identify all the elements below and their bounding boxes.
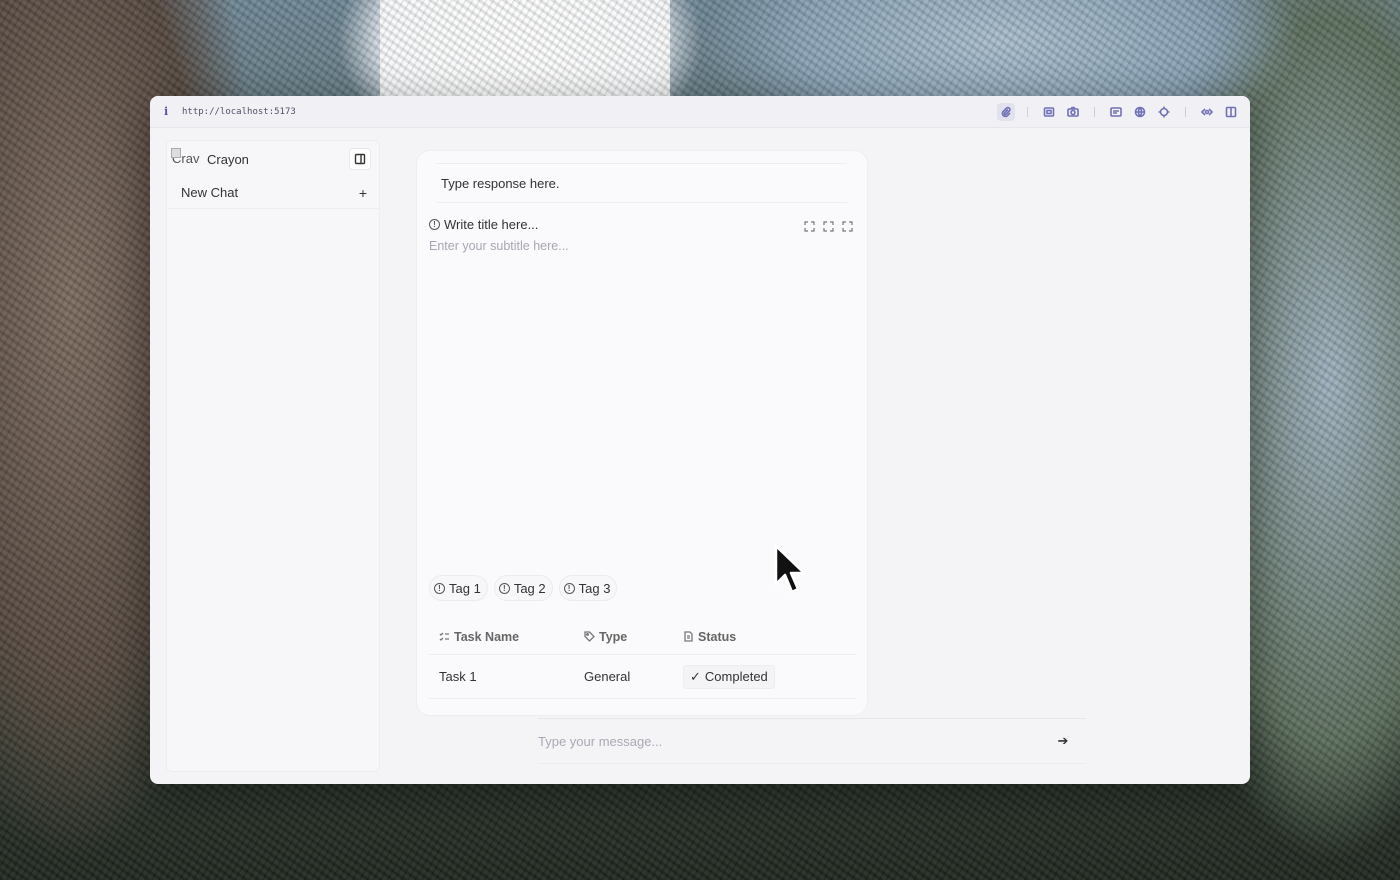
card-title[interactable]: Write title here...	[444, 217, 538, 232]
table-row[interactable]: Task 1 General ✓ Completed	[429, 655, 857, 699]
document-icon	[684, 631, 693, 642]
message-icon[interactable]	[1107, 103, 1125, 121]
camera-icon[interactable]	[1064, 103, 1082, 121]
expand-icon[interactable]	[842, 219, 853, 232]
toolbar-divider	[1185, 106, 1186, 117]
header-label: Type	[599, 629, 628, 644]
expand-icon[interactable]	[823, 219, 834, 232]
browser-window: i http://localhost:5173 Crav Crayon New …	[150, 96, 1250, 784]
column-header-status[interactable]: Status	[683, 630, 853, 644]
plus-icon: +	[358, 184, 367, 201]
arrow-right-icon[interactable]: ➔	[1054, 732, 1072, 750]
target-icon[interactable]	[1155, 103, 1173, 121]
card-actions	[804, 219, 853, 232]
code-icon[interactable]	[1198, 103, 1216, 121]
globe-icon[interactable]	[1131, 103, 1149, 121]
new-chat-button[interactable]: New Chat +	[167, 177, 379, 209]
status-badge: ✓ Completed	[683, 664, 775, 689]
sidebar-toggle-icon	[354, 153, 366, 165]
status-label: Completed	[704, 669, 768, 684]
tag-chip[interactable]: ! Tag 3	[558, 575, 618, 601]
task-table: Task Name Type Status Task 1 General ✓ C…	[429, 619, 857, 699]
header-label: Task Name	[454, 629, 520, 644]
tag-chip[interactable]: ! Tag 2	[493, 575, 553, 601]
column-header-type[interactable]: Type	[584, 630, 683, 644]
info-icon[interactable]: i	[164, 105, 172, 118]
check-icon: ✓	[690, 668, 701, 684]
table-header: Task Name Type Status	[429, 619, 857, 655]
toolbar-tools	[997, 102, 1240, 121]
task-name-cell: Task 1	[439, 669, 477, 684]
card-subtitle[interactable]: Enter your subtitle here...	[417, 233, 867, 259]
screenshot-icon[interactable]	[1040, 103, 1058, 121]
sidebar: Crav Crayon New Chat +	[166, 140, 380, 772]
list-check-icon	[439, 632, 449, 641]
new-chat-label: New Chat	[181, 185, 239, 200]
brand-logo-broken-image: Crav	[171, 148, 203, 166]
info-circle-icon: !	[498, 582, 510, 594]
response-text[interactable]: Type response here.	[437, 163, 847, 203]
response-card: Type response here. ! Write title here..…	[416, 150, 868, 716]
toolbar-divider	[1094, 106, 1095, 117]
url-text[interactable]: http://localhost:5173	[182, 107, 296, 117]
tag-list: ! Tag 1 ! Tag 2 ! Tag 3	[429, 575, 618, 601]
collapse-sidebar-button[interactable]	[349, 148, 371, 170]
info-circle-icon: !	[434, 582, 445, 594]
card-title-row: ! Write title here...	[417, 215, 867, 233]
tag-label: Tag 3	[578, 580, 611, 596]
message-composer: ➔	[538, 718, 1086, 764]
split-view-icon[interactable]	[1222, 103, 1240, 121]
paperclip-icon[interactable]	[997, 102, 1015, 121]
expand-icon[interactable]	[804, 219, 815, 232]
status-cell: ✓ Completed	[683, 664, 853, 689]
tag-chip[interactable]: ! Tag 1	[429, 575, 488, 601]
tag-icon	[584, 631, 595, 642]
column-header-task-name[interactable]: Task Name	[429, 630, 584, 644]
message-input[interactable]	[538, 733, 1054, 749]
info-circle-icon: !	[429, 218, 440, 230]
brand-row: Crav Crayon	[167, 141, 379, 177]
header-label: Status	[698, 629, 737, 644]
type-cell: General	[584, 669, 631, 684]
tag-label: Tag 1	[449, 580, 481, 596]
tag-label: Tag 2	[513, 580, 546, 596]
brand-alt-text: Crav	[172, 151, 200, 166]
mouse-cursor-icon	[774, 544, 806, 594]
browser-toolbar: i http://localhost:5173	[150, 96, 1250, 128]
info-circle-icon: !	[563, 582, 575, 594]
toolbar-divider	[1027, 106, 1028, 117]
brand-name: Crayon	[207, 151, 249, 167]
